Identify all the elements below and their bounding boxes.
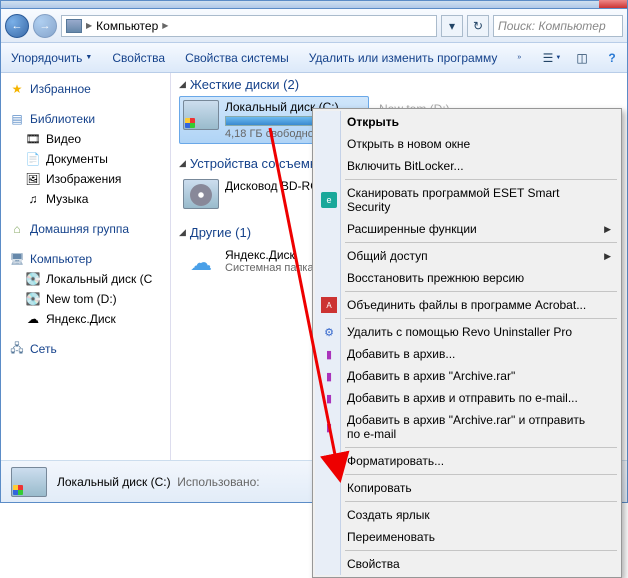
nav-bar: ← → ▶ Компьютер ▶ ▾ ↻ Поиск: Компьютер <box>1 9 627 43</box>
ctx-bitlocker[interactable]: Включить BitLocker... <box>315 155 619 177</box>
command-bar: Упорядочить▼ Свойства Свойства системы У… <box>1 43 627 73</box>
search-input[interactable]: Поиск: Компьютер <box>493 15 623 37</box>
ctx-properties[interactable]: Свойства <box>315 553 619 575</box>
winrar-icon: ▮ <box>321 346 337 362</box>
ctx-add-rar-email[interactable]: ▮Добавить в архив "Archive.rar" и отправ… <box>315 409 619 445</box>
winrar-icon: ▮ <box>321 419 337 435</box>
star-icon: ★ <box>9 81 25 97</box>
sidebar-video[interactable]: 🎞Видео <box>1 129 170 149</box>
chevron-right-icon: ▶ <box>86 21 92 30</box>
overflow-button[interactable]: » <box>507 43 531 72</box>
revo-icon: ⚙ <box>321 324 337 340</box>
properties-button[interactable]: Свойства <box>102 43 175 72</box>
view-button[interactable]: ☰▼ <box>539 47 565 69</box>
ctx-rename[interactable]: Переименовать <box>315 526 619 548</box>
eset-icon: e <box>321 192 337 208</box>
submenu-arrow-icon: ▶ <box>604 251 611 262</box>
organize-button[interactable]: Упорядочить▼ <box>1 43 102 72</box>
submenu-arrow-icon: ▶ <box>604 224 611 235</box>
drive-c-icon <box>183 100 219 130</box>
sidebar-network[interactable]: 🖧Сеть <box>1 339 170 359</box>
refresh-button[interactable]: ↻ <box>467 15 489 37</box>
sidebar-homegroup[interactable]: ⌂Домашняя группа <box>1 219 170 239</box>
document-icon: 📄 <box>25 151 41 167</box>
navigation-pane: ★Избранное ▤Библиотеки 🎞Видео 📄Документы… <box>1 73 171 460</box>
sidebar-documents[interactable]: 📄Документы <box>1 149 170 169</box>
ctx-revo-uninstall[interactable]: ⚙Удалить с помощью Revo Uninstaller Pro <box>315 321 619 343</box>
section-hard-drives[interactable]: ◢Жесткие диски (2) <box>179 77 619 92</box>
ctx-acrobat-combine[interactable]: AОбъединить файлы в программе Acrobat... <box>315 294 619 316</box>
chevron-right-icon: ▶ <box>162 21 168 30</box>
sidebar-libraries[interactable]: ▤Библиотеки <box>1 109 170 129</box>
system-properties-button[interactable]: Свойства системы <box>175 43 299 72</box>
help-button[interactable]: ? <box>599 47 625 69</box>
yandex-disk-icon: ☁ <box>183 248 219 278</box>
picture-icon: 🖼 <box>25 171 41 187</box>
preview-pane-button[interactable]: ◫ <box>569 47 595 69</box>
network-icon: 🖧 <box>9 341 25 357</box>
forward-button[interactable]: → <box>33 14 57 38</box>
drive-icon: 💽 <box>25 291 41 307</box>
winrar-icon: ▮ <box>321 390 337 406</box>
ctx-copy[interactable]: Копировать <box>315 477 619 499</box>
search-placeholder: Поиск: Компьютер <box>498 19 606 33</box>
cloud-icon: ☁ <box>25 311 41 327</box>
sidebar-local-c[interactable]: 💽Локальный диск (C <box>1 269 170 289</box>
computer-icon <box>66 19 82 33</box>
ctx-add-email[interactable]: ▮Добавить в архив и отправить по e-mail.… <box>315 387 619 409</box>
winrar-icon: ▮ <box>321 368 337 384</box>
ctx-sharing[interactable]: Общий доступ▶ <box>315 245 619 267</box>
ctx-open[interactable]: Открыть <box>315 111 619 133</box>
sidebar-favorites[interactable]: ★Избранное <box>1 79 170 99</box>
status-drive-name: Локальный диск (C:) <box>57 475 171 489</box>
context-menu: Открыть Открыть в новом окне Включить Bi… <box>312 108 622 578</box>
sidebar-computer[interactable]: 🖥Компьютер <box>1 249 170 269</box>
collapse-icon: ◢ <box>179 227 186 238</box>
music-icon: ♫ <box>25 191 41 207</box>
ctx-create-shortcut[interactable]: Создать ярлык <box>315 504 619 526</box>
sidebar-yadisk[interactable]: ☁Яндекс.Диск <box>1 309 170 329</box>
status-drive-icon <box>11 467 47 497</box>
uninstall-button[interactable]: Удалить или изменить программу <box>299 43 508 72</box>
sidebar-pictures[interactable]: 🖼Изображения <box>1 169 170 189</box>
acrobat-icon: A <box>321 297 337 313</box>
sidebar-new-tom[interactable]: 💽New tom (D:) <box>1 289 170 309</box>
bd-rom-icon <box>183 179 219 209</box>
ctx-open-new-window[interactable]: Открыть в новом окне <box>315 133 619 155</box>
collapse-icon: ◢ <box>179 79 186 90</box>
computer-icon: 🖥 <box>9 251 25 267</box>
collapse-icon: ◢ <box>179 158 186 169</box>
drive-icon: 💽 <box>25 271 41 287</box>
title-bar[interactable] <box>1 1 627 9</box>
homegroup-icon: ⌂ <box>9 221 25 237</box>
library-icon: ▤ <box>9 111 25 127</box>
back-button[interactable]: ← <box>5 14 29 38</box>
status-used-label: Использовано: <box>177 475 259 489</box>
dropdown-history-button[interactable]: ▾ <box>441 15 463 37</box>
ctx-eset-scan[interactable]: eСканировать программой ESET Smart Secur… <box>315 182 619 218</box>
ctx-ext-funcs[interactable]: Расширенные функции▶ <box>315 218 619 240</box>
ctx-add-archive-rar[interactable]: ▮Добавить в архив "Archive.rar" <box>315 365 619 387</box>
video-icon: 🎞 <box>25 131 41 147</box>
ctx-format[interactable]: Форматировать... <box>315 450 619 472</box>
breadcrumb-label[interactable]: Компьютер <box>96 19 158 33</box>
ctx-restore-previous[interactable]: Восстановить прежнюю версию <box>315 267 619 289</box>
close-button[interactable] <box>599 0 627 8</box>
breadcrumb-bar[interactable]: ▶ Компьютер ▶ <box>61 15 437 37</box>
ctx-add-archive[interactable]: ▮Добавить в архив... <box>315 343 619 365</box>
sidebar-music[interactable]: ♫Музыка <box>1 189 170 209</box>
